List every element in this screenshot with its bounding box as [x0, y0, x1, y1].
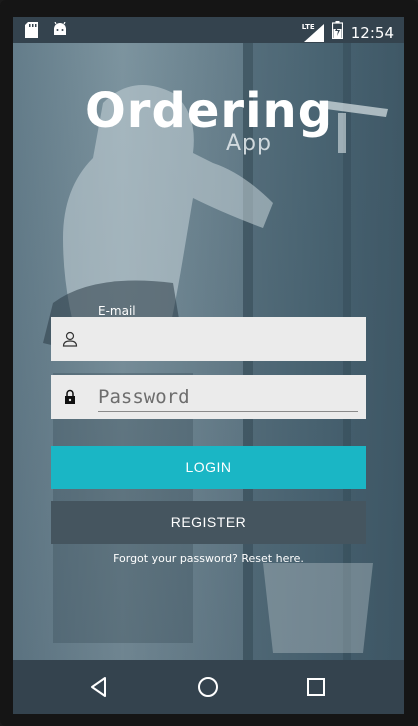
device-frame: LTE 12:54 Ordering App E-mail LOGIN REGI… — [0, 0, 418, 726]
email-input[interactable] — [98, 324, 358, 354]
network-type: LTE — [301, 22, 315, 31]
android-icon — [52, 21, 68, 43]
lock-icon — [61, 388, 79, 406]
login-button[interactable]: LOGIN — [51, 446, 366, 489]
user-icon — [61, 330, 79, 348]
status-bar: LTE 12:54 — [13, 17, 404, 43]
email-label: E-mail — [98, 304, 136, 318]
sd-card-icon — [25, 22, 38, 43]
email-field[interactable] — [51, 317, 366, 361]
app-logo-title: Ordering — [85, 83, 334, 139]
battery-icon — [331, 21, 343, 44]
forgot-password-link[interactable]: Forgot your password? Reset here. — [13, 552, 404, 565]
home-icon[interactable] — [196, 675, 220, 699]
screen: LTE 12:54 Ordering App E-mail LOGIN REGI… — [13, 17, 404, 714]
back-icon[interactable] — [87, 675, 111, 699]
app-logo-subtitle: App — [226, 131, 272, 156]
signal-icon: LTE — [301, 22, 324, 42]
navigation-bar — [13, 660, 404, 714]
password-input[interactable] — [98, 382, 358, 412]
status-time: 12:54 — [350, 23, 394, 42]
password-field[interactable] — [51, 375, 366, 419]
register-button[interactable]: REGISTER — [51, 501, 366, 544]
recent-apps-icon[interactable] — [304, 675, 328, 699]
